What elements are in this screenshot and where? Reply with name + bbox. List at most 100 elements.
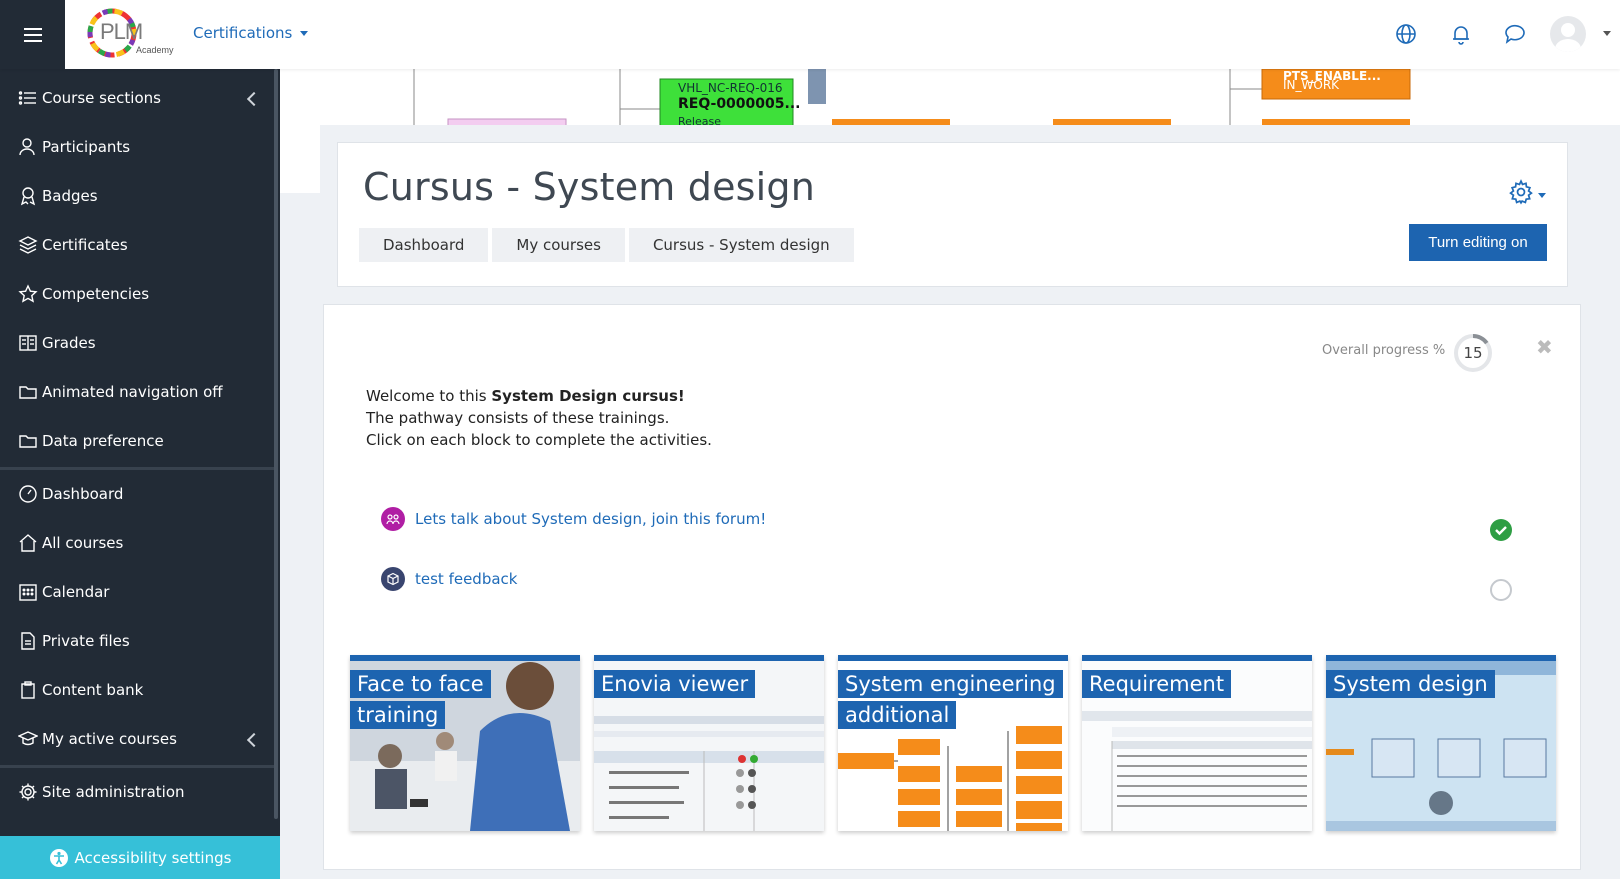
gauge-icon	[19, 485, 37, 503]
sidebar-item-content-bank[interactable]: Content bank	[18, 676, 143, 704]
chevron-left-icon[interactable]	[246, 91, 262, 107]
sidebar-divider	[0, 467, 274, 470]
user-icon	[19, 138, 35, 156]
sidebar-item-participants[interactable]: Participants	[18, 133, 130, 161]
sidebar-item-label: Private files	[42, 632, 130, 650]
activity-forum-link[interactable]: Lets talk about System design, join this…	[381, 507, 766, 531]
sidebar-item-label: Participants	[42, 138, 131, 156]
sidebar-item-private-files[interactable]: Private files	[18, 627, 130, 655]
sidebar-item-data-preference[interactable]: Data preference	[18, 427, 164, 455]
tile-title-line: Requirement	[1082, 670, 1232, 698]
sidebar-item-label: All courses	[42, 534, 124, 552]
sidebar-item-my-active-courses[interactable]: My active courses	[18, 725, 177, 753]
sidebar-item-competencies[interactable]: Competencies	[18, 280, 149, 308]
tile-title: System engineering additional	[838, 669, 1063, 731]
gear-icon	[19, 783, 37, 801]
banner-node-label: REQ-0000005...	[678, 96, 801, 112]
star-icon	[18, 284, 38, 303]
sidebar-item-grades[interactable]: Grades	[18, 329, 96, 357]
sidebar-item-label: Competencies	[42, 285, 150, 303]
course-settings-menu[interactable]	[1508, 179, 1546, 205]
file-icon	[21, 632, 35, 650]
banner-node-label: IN_WORK	[1283, 78, 1340, 92]
calendar-icon	[19, 584, 37, 601]
caret-down-icon	[300, 30, 309, 36]
accessibility-label: Accessibility settings	[74, 848, 232, 867]
banner-node-label: VHL_NC-REQ-016	[678, 81, 783, 95]
sidebar-item-label: Dashboard	[42, 485, 124, 503]
tile-title-line: training	[350, 701, 446, 729]
completion-checked-icon[interactable]	[1490, 519, 1512, 541]
breadcrumb-dashboard[interactable]: Dashboard	[359, 228, 489, 262]
welcome-line: Click on each block to complete the acti…	[366, 431, 712, 449]
badge-icon	[20, 187, 36, 206]
sidebar-item-label: Site administration	[42, 783, 185, 801]
chevron-left-icon[interactable]	[246, 732, 262, 748]
welcome-line: Welcome to this	[366, 387, 492, 405]
activity-feedback-link[interactable]: test feedback	[381, 567, 517, 591]
graduation-icon	[18, 731, 38, 746]
folder-icon	[19, 386, 37, 399]
site-logo[interactable]: PLM Academy	[86, 5, 178, 63]
breadcrumb-my-courses[interactable]: My courses	[492, 228, 625, 262]
user-menu-caret-icon[interactable]	[1603, 31, 1611, 36]
tile-title: Face to face training	[350, 669, 491, 731]
tile-title-line: Enovia viewer	[594, 670, 756, 698]
forum-icon	[381, 507, 405, 531]
sidebar-drawer: Course sections Participants Badges Cert…	[0, 69, 280, 879]
turn-editing-on-button[interactable]: Turn editing on	[1409, 224, 1547, 261]
welcome-line: The pathway consists of these trainings.	[366, 409, 670, 427]
sidebar-item-calendar[interactable]: Calendar	[18, 578, 109, 606]
globe-icon[interactable]	[1394, 22, 1418, 46]
tile-title-line: additional	[838, 701, 957, 729]
sidebar-item-course-sections[interactable]: Course sections	[18, 84, 161, 112]
tile-face-to-face-training[interactable]: Face to face training	[350, 655, 580, 831]
tile-title: System design	[1326, 669, 1495, 700]
tile-title-line: System engineering	[838, 670, 1063, 698]
feedback-icon	[381, 567, 405, 591]
sidebar-scrollbar[interactable]	[274, 69, 278, 819]
layers-icon	[18, 236, 38, 254]
course-content: Overall progress % 15 ✖ Welcome to this …	[323, 304, 1581, 870]
tile-title: Requirement	[1082, 669, 1232, 700]
caret-down-icon	[1538, 192, 1546, 198]
logo-subtext: Academy	[136, 45, 174, 55]
tile-system-engineering-additional[interactable]: System engineering additional	[838, 655, 1068, 831]
sidebar-item-dashboard[interactable]: Dashboard	[18, 480, 123, 508]
activity-label: test feedback	[415, 570, 518, 588]
sidebar-item-animated-navigation[interactable]: Animated navigation off	[18, 378, 223, 406]
sidebar-item-all-courses[interactable]: All courses	[18, 529, 123, 557]
sidebar-item-badges[interactable]: Badges	[18, 182, 98, 210]
sidebar-item-label: Content bank	[42, 681, 144, 699]
bell-icon[interactable]	[1449, 22, 1473, 46]
certifications-dropdown[interactable]: Certifications	[193, 24, 309, 42]
close-icon[interactable]: ✖	[1536, 335, 1553, 359]
tile-system-design[interactable]: System design	[1326, 655, 1556, 831]
activity-label: Lets talk about System design, join this…	[415, 510, 767, 528]
tile-title-line: Face to face	[350, 670, 491, 698]
sidebar-item-label: Grades	[42, 334, 96, 352]
sidebar-item-site-administration[interactable]: Site administration	[18, 778, 185, 806]
accessibility-settings-button[interactable]: Accessibility settings	[0, 836, 280, 879]
tile-title: Enovia viewer	[594, 669, 756, 700]
book-icon	[19, 335, 37, 351]
sidebar-item-label: Course sections	[42, 89, 161, 107]
tile-enovia-viewer[interactable]: Enovia viewer	[594, 655, 824, 831]
sidebar-item-certificates[interactable]: Certificates	[18, 231, 128, 259]
welcome-text: Welcome to this System Design cursus! Th…	[366, 385, 712, 451]
hamburger-menu-button[interactable]	[0, 0, 65, 69]
sidebar-item-label: Data preference	[42, 432, 164, 450]
progress-value: 15	[1463, 344, 1483, 362]
logo-text: PLM	[100, 19, 143, 44]
breadcrumb: Dashboard My courses Cursus - System des…	[359, 228, 858, 262]
sidebar-item-label: Calendar	[42, 583, 110, 601]
user-avatar[interactable]	[1550, 16, 1586, 52]
hamburger-icon	[23, 27, 42, 42]
completion-unchecked-icon[interactable]	[1490, 579, 1512, 601]
sidebar-item-label: My active courses	[42, 730, 177, 748]
tile-requirement[interactable]: Requirement	[1082, 655, 1312, 831]
chat-icon[interactable]	[1503, 22, 1527, 46]
tile-title-line: System design	[1326, 670, 1495, 698]
top-navbar: PLM Academy Certifications	[0, 0, 1620, 69]
sidebar-item-label: Certificates	[42, 236, 128, 254]
